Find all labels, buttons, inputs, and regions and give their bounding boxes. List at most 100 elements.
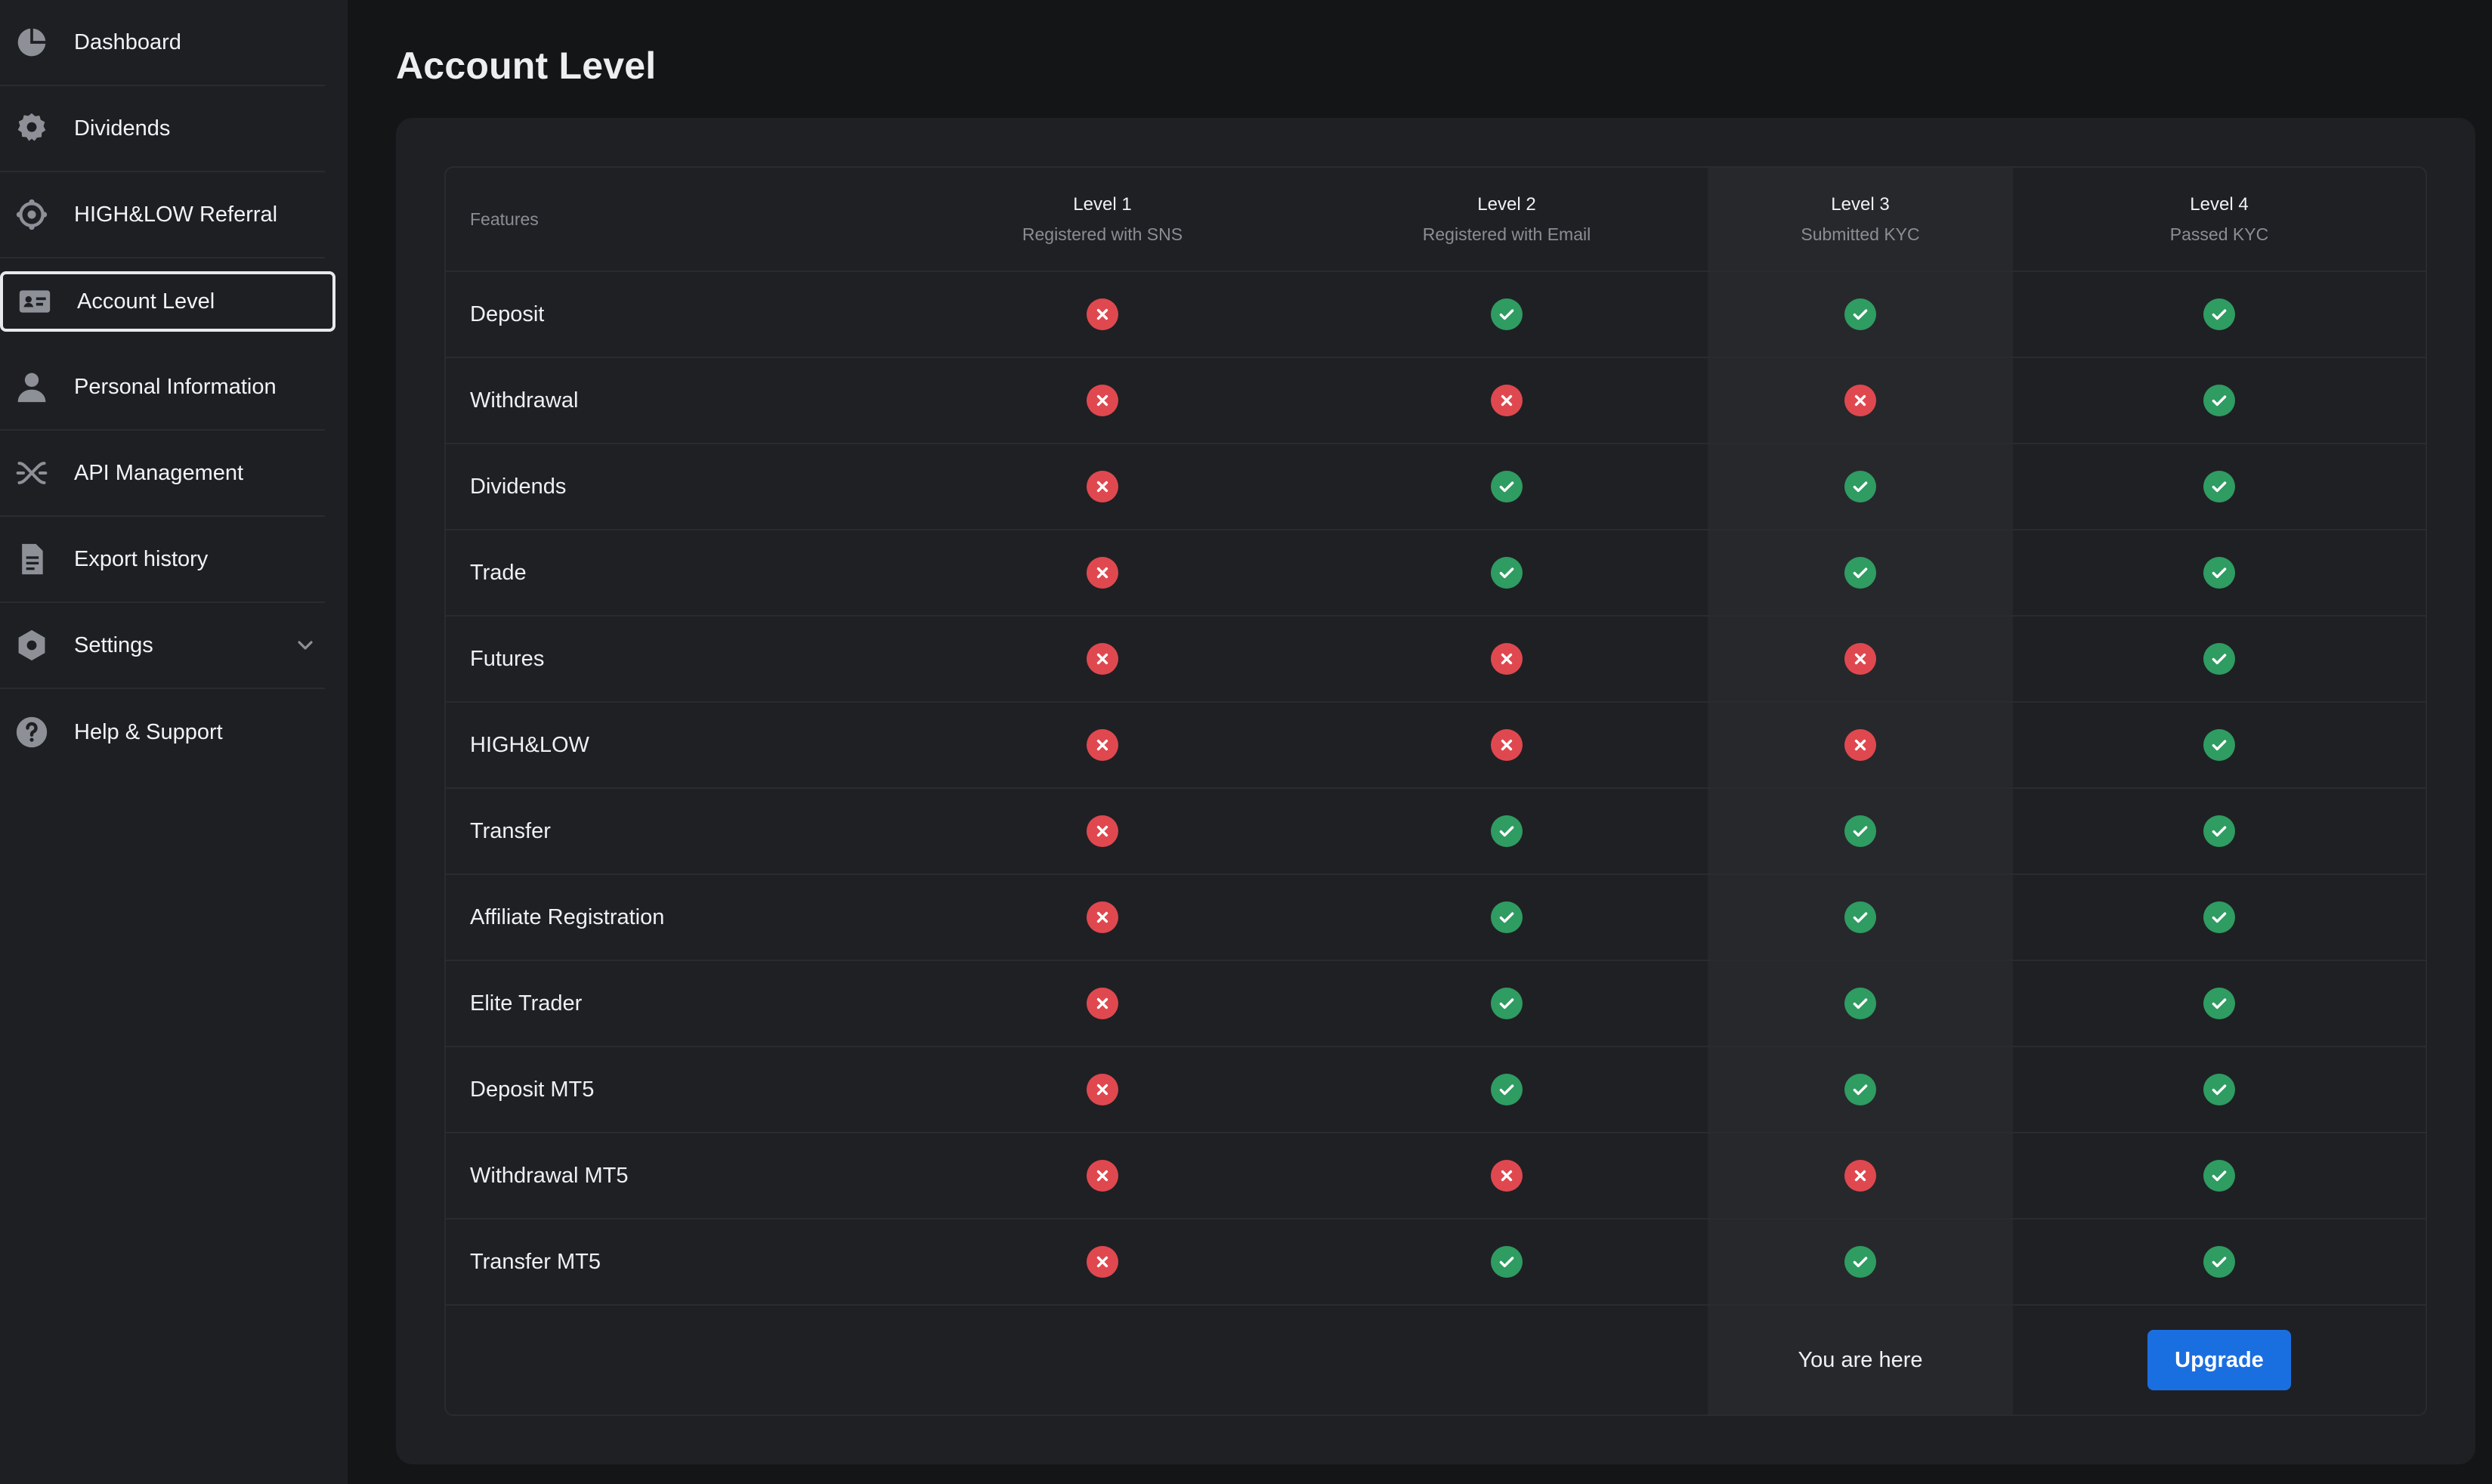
table-row: HIGH&LOW xyxy=(446,703,2426,789)
check-icon xyxy=(2203,471,2235,502)
api-icon xyxy=(15,456,48,490)
sidebar-item-label: Dashboard xyxy=(74,29,181,54)
features-header: Features xyxy=(470,209,539,229)
level-4-header: Level 4 Passed KYC xyxy=(2013,168,2426,271)
sidebar-item-personal-information[interactable]: Personal Information xyxy=(0,345,325,431)
level-title: Level 3 xyxy=(1831,193,1890,215)
level-2-cell xyxy=(1306,1220,1708,1304)
upgrade-cell: Upgrade xyxy=(2013,1306,2426,1414)
sidebar-item-label: API Management xyxy=(74,460,244,485)
user-icon xyxy=(15,370,48,403)
level-4-cell xyxy=(2013,789,2426,873)
check-icon xyxy=(1844,901,1876,933)
cross-icon xyxy=(1491,729,1523,761)
check-icon xyxy=(2203,298,2235,330)
level-1-cell xyxy=(899,961,1306,1046)
level-2-cell xyxy=(1306,789,1708,873)
level-1-cell xyxy=(899,789,1306,873)
level-2-cell xyxy=(1306,961,1708,1046)
cross-icon xyxy=(1087,815,1118,847)
check-icon xyxy=(1844,988,1876,1019)
table-row: Transfer MT5 xyxy=(446,1220,2426,1306)
cross-icon xyxy=(1087,557,1118,589)
level-4-cell xyxy=(2013,444,2426,529)
level-title: Level 4 xyxy=(2190,193,2249,215)
sidebar-item-account-level[interactable]: Account Level xyxy=(0,271,335,332)
sidebar-item-label: Settings xyxy=(74,632,153,657)
table-row: Trade xyxy=(446,530,2426,617)
cross-icon xyxy=(1087,729,1118,761)
check-icon xyxy=(1491,298,1523,330)
feature-name: Dividends xyxy=(470,474,567,499)
sidebar-item-dashboard[interactable]: Dashboard xyxy=(0,0,325,86)
feature-name: Trade xyxy=(470,560,527,585)
level-3-cell xyxy=(1708,358,2013,443)
level-2-header: Level 2 Registered with Email xyxy=(1306,168,1708,271)
sidebar-item-dividends[interactable]: Dividends xyxy=(0,86,325,172)
check-icon xyxy=(1844,471,1876,502)
help-icon xyxy=(15,716,48,749)
badge-icon xyxy=(15,112,48,145)
level-4-cell xyxy=(2013,1047,2426,1132)
level-description: Passed KYC xyxy=(2169,224,2269,244)
cross-icon xyxy=(1087,298,1118,330)
cross-icon xyxy=(1844,729,1876,761)
level-4-cell xyxy=(2013,530,2426,615)
feature-name: Deposit xyxy=(470,301,545,326)
table-row: Withdrawal MT5 xyxy=(446,1133,2426,1220)
table-row: Futures xyxy=(446,617,2426,703)
level-3-cell xyxy=(1708,272,2013,357)
feature-name: Transfer MT5 xyxy=(470,1249,601,1274)
level-title: Level 1 xyxy=(1073,193,1132,215)
level-4-cell xyxy=(2013,703,2426,787)
level-1-cell xyxy=(899,617,1306,701)
cross-icon xyxy=(1491,643,1523,675)
upgrade-button[interactable]: Upgrade xyxy=(2147,1330,2291,1390)
sidebar-item-api-management[interactable]: API Management xyxy=(0,431,325,517)
table-row: Transfer xyxy=(446,789,2426,875)
sidebar-item-label: HIGH&LOW Referral xyxy=(74,202,278,227)
cross-icon xyxy=(1491,1160,1523,1192)
feature-name: Withdrawal MT5 xyxy=(470,1163,629,1188)
cross-icon xyxy=(1087,643,1118,675)
level-2-cell xyxy=(1306,444,1708,529)
sidebar-item-label: Personal Information xyxy=(74,374,277,399)
table-footer-row: You are here Upgrade xyxy=(446,1306,2426,1414)
table-header-row: Features Level 1 Registered with SNS Lev… xyxy=(446,168,2426,272)
level-1-cell xyxy=(899,703,1306,787)
level-1-cell xyxy=(899,358,1306,443)
level-3-header: Level 3 Submitted KYC xyxy=(1708,168,2013,271)
sidebar-item-label: Export history xyxy=(74,546,209,571)
level-2-cell xyxy=(1306,272,1708,357)
sidebar-item-label: Help & Support xyxy=(74,719,223,744)
cross-icon xyxy=(1844,643,1876,675)
level-3-cell xyxy=(1708,961,2013,1046)
cross-icon xyxy=(1087,471,1118,502)
check-icon xyxy=(2203,385,2235,416)
chevron-down-icon[interactable] xyxy=(293,633,317,657)
check-icon xyxy=(1844,815,1876,847)
check-icon xyxy=(1844,557,1876,589)
sidebar-item-settings[interactable]: Settings xyxy=(0,603,325,689)
check-icon xyxy=(2203,643,2235,675)
cross-icon xyxy=(1491,385,1523,416)
check-icon xyxy=(2203,815,2235,847)
level-3-cell xyxy=(1708,703,2013,787)
table-row: Affiliate Registration xyxy=(446,875,2426,961)
sidebar-item-help-support[interactable]: Help & Support xyxy=(0,689,325,775)
current-level-label: You are here xyxy=(1798,1347,1923,1372)
level-4-cell xyxy=(2013,875,2426,960)
level-4-cell xyxy=(2013,961,2426,1046)
feature-name: Deposit MT5 xyxy=(470,1077,595,1102)
level-2-cell xyxy=(1306,1133,1708,1218)
gear-icon xyxy=(15,629,48,662)
level-3-cell xyxy=(1708,1220,2013,1304)
level-4-cell xyxy=(2013,272,2426,357)
sidebar-item-highlow-referral[interactable]: HIGH&LOW Referral xyxy=(0,172,325,258)
check-icon xyxy=(1491,901,1523,933)
check-icon xyxy=(1491,988,1523,1019)
check-icon xyxy=(1491,1246,1523,1278)
level-description: Registered with Email xyxy=(1422,224,1591,244)
network-icon xyxy=(15,198,48,231)
sidebar-item-export-history[interactable]: Export history xyxy=(0,517,325,603)
